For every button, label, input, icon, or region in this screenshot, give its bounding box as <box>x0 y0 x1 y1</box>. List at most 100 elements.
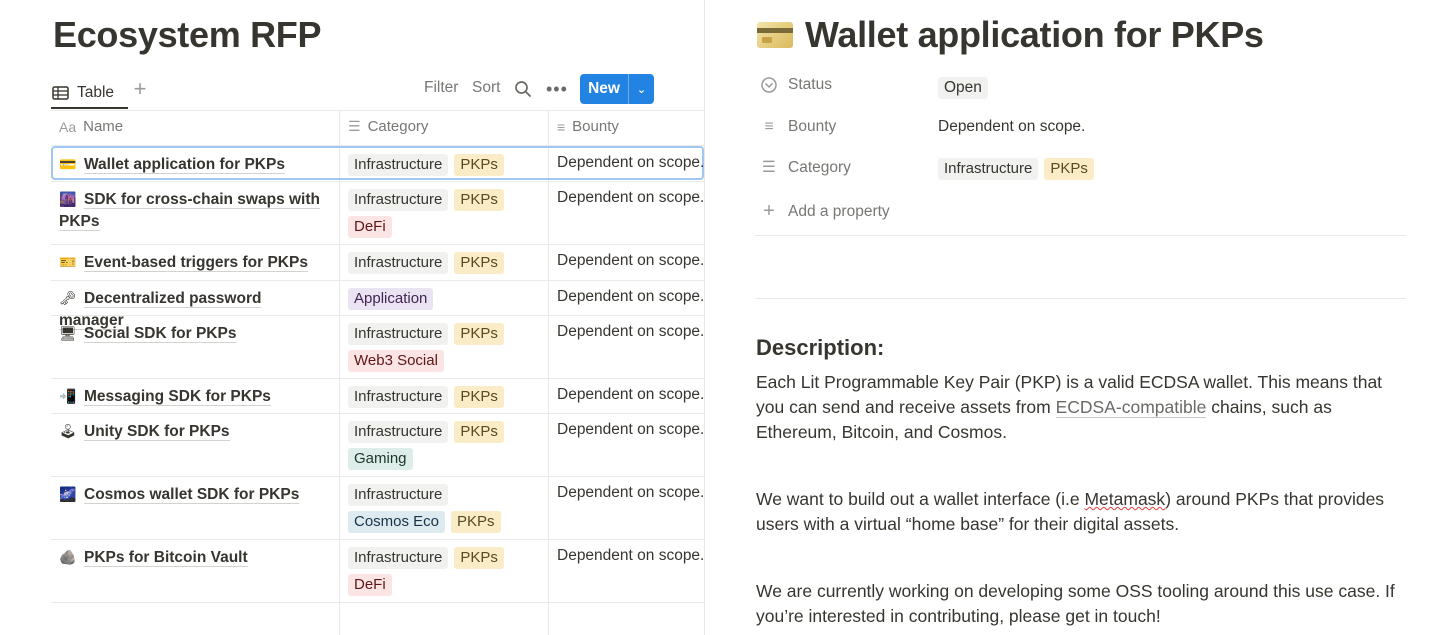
category-tag: PKPs <box>1044 158 1094 180</box>
row-category-tags[interactable]: Infrastructure PKPs <box>348 252 538 274</box>
page-detail-panel: Wallet application for PKPs Status Open … <box>705 0 1456 635</box>
filter-button[interactable]: Filter <box>424 79 458 97</box>
row-bounty[interactable]: Dependent on scope. <box>557 189 704 207</box>
table-row-name[interactable]: 📲 Messaging SDK for PKPs <box>59 385 327 408</box>
row-bounty[interactable]: Dependent on scope. <box>557 484 704 502</box>
active-tab-underline <box>51 107 128 109</box>
divider <box>755 298 1406 299</box>
credit-card-icon: 💳 <box>59 156 77 172</box>
ticket-icon: 🎫 <box>59 254 77 270</box>
property-bounty[interactable]: ≡ Bounty <box>760 118 836 136</box>
add-property-button[interactable]: + Add a property <box>760 200 890 223</box>
new-button[interactable]: New ⌄ <box>580 74 654 104</box>
add-view-button[interactable]: + <box>131 77 149 101</box>
property-status[interactable]: Status <box>760 76 832 94</box>
category-tag: PKPs <box>454 547 504 569</box>
row-bounty[interactable]: Dependent on scope. <box>557 421 704 439</box>
category-tag: Infrastructure <box>348 252 449 274</box>
table-row-name[interactable]: 🎫 Event-based triggers for PKPs <box>59 251 327 274</box>
multi-select-icon: ☰ <box>762 159 776 176</box>
table-row-name[interactable]: 🌆 SDK for cross-chain swaps with PKPs <box>59 188 327 233</box>
text-property-icon: Aa <box>59 118 77 135</box>
joystick-icon: 🕹 <box>59 423 77 439</box>
row-category-tags[interactable]: Infrastructure PKPs DeFi <box>348 189 538 238</box>
tab-label: Table <box>77 84 115 101</box>
category-tag: PKPs <box>451 511 501 533</box>
database-table-view: Ecosystem RFP Table + Filter Sort ••• Ne… <box>0 0 704 635</box>
page-title: Ecosystem RFP <box>53 14 322 55</box>
monitor-icon: 🖥 <box>59 325 77 341</box>
galaxy-icon: 🌌 <box>59 486 77 502</box>
row-category-tags[interactable]: Infrastructure PKPs Web3 Social <box>348 323 538 372</box>
row-bounty[interactable]: Dependent on scope. <box>557 323 704 341</box>
ecdsa-link[interactable]: ECDSA-compatible <box>1055 397 1207 418</box>
search-icon[interactable] <box>514 80 532 98</box>
row-bounty[interactable]: Dependent on scope. <box>557 547 704 565</box>
table-row-name[interactable]: 🪨 PKPs for Bitcoin Vault <box>59 546 327 569</box>
column-header-bounty[interactable]: ≡ Bounty <box>557 118 619 135</box>
category-tag: Infrastructure <box>348 484 449 506</box>
status-badge: Open <box>938 77 988 99</box>
key-icon: 🗝 <box>59 290 77 306</box>
category-value[interactable]: Infrastructure PKPs <box>938 158 1094 180</box>
tab-table-view[interactable]: Table <box>52 78 114 108</box>
column-header-name[interactable]: Aa Name <box>59 118 123 135</box>
category-tag: Cosmos Eco <box>348 511 446 533</box>
plus-icon: + <box>763 200 775 222</box>
row-title: Social SDK for PKPs <box>84 325 237 343</box>
category-tag: Application <box>348 288 434 310</box>
row-title: Wallet application for PKPs <box>84 156 285 174</box>
property-category[interactable]: ☰ Category <box>760 158 851 177</box>
table-row-name[interactable]: 🌌 Cosmos wallet SDK for PKPs <box>59 483 327 506</box>
description-paragraph-2: We want to build out a wallet interface … <box>756 489 1385 534</box>
row-category-tags[interactable]: Infrastructure PKPs <box>348 386 538 408</box>
cityscape-icon: 🌆 <box>59 191 77 207</box>
row-title: Event-based triggers for PKPs <box>84 254 308 272</box>
category-tag: Infrastructure <box>348 421 449 443</box>
category-tag: Infrastructure <box>348 386 449 408</box>
bounty-value[interactable]: Dependent on scope. <box>938 118 1085 136</box>
row-category-tags[interactable]: Infrastructure PKPs Gaming <box>348 421 538 470</box>
more-options-icon[interactable]: ••• <box>546 80 568 98</box>
row-title: Messaging SDK for PKPs <box>84 388 271 406</box>
detail-page-title: Wallet application for PKPs <box>757 14 1264 56</box>
row-bounty[interactable]: Dependent on scope. <box>557 288 704 306</box>
row-title: PKPs for Bitcoin Vault <box>84 549 248 567</box>
row-category-tags[interactable]: Application <box>348 288 538 310</box>
column-header-category[interactable]: ☰ Category <box>348 118 428 135</box>
category-tag: PKPs <box>454 252 504 274</box>
table-row-name[interactable]: 🖥 Social SDK for PKPs <box>59 322 327 345</box>
row-title: SDK for cross-chain swaps with PKPs <box>59 191 320 231</box>
chevron-down-icon[interactable]: ⌄ <box>629 83 654 96</box>
category-tag: Infrastructure <box>348 547 449 569</box>
category-tag: Web3 Social <box>348 350 444 372</box>
row-category-tags[interactable]: Infrastructure Cosmos Eco PKPs <box>348 484 538 533</box>
rock-icon: 🪨 <box>59 549 77 565</box>
status-icon <box>761 77 777 93</box>
row-bounty[interactable]: Dependent on scope. <box>557 154 704 172</box>
row-bounty[interactable]: Dependent on scope. <box>557 252 704 270</box>
row-category-tags[interactable]: Infrastructure PKPs <box>348 154 538 176</box>
category-tag: DeFi <box>348 216 392 238</box>
multi-select-icon: ☰ <box>348 118 361 134</box>
category-tag: PKPs <box>454 154 504 176</box>
row-bounty[interactable]: Dependent on scope. <box>557 386 704 404</box>
category-tag: PKPs <box>454 189 504 211</box>
category-tag: Infrastructure <box>348 189 449 211</box>
sort-button[interactable]: Sort <box>472 79 500 97</box>
spellcheck-word: Metamask <box>1084 489 1166 509</box>
table-row-name[interactable]: 🕹 Unity SDK for PKPs <box>59 420 327 443</box>
divider <box>755 235 1406 236</box>
new-button-label: New <box>588 80 620 97</box>
description-paragraph-3: We are currently working on developing s… <box>756 581 1395 626</box>
credit-card-icon <box>757 22 793 48</box>
category-tag: DeFi <box>348 574 392 596</box>
category-tag: PKPs <box>454 421 504 443</box>
table-row-name[interactable]: 💳 Wallet application for PKPs <box>59 153 327 176</box>
status-value[interactable]: Open <box>938 77 988 99</box>
description-heading: Description: <box>756 335 885 360</box>
category-tag: Infrastructure <box>348 323 449 345</box>
row-title: Unity SDK for PKPs <box>84 423 230 441</box>
category-tag: Infrastructure <box>348 154 449 176</box>
row-category-tags[interactable]: Infrastructure PKPs DeFi <box>348 547 538 596</box>
